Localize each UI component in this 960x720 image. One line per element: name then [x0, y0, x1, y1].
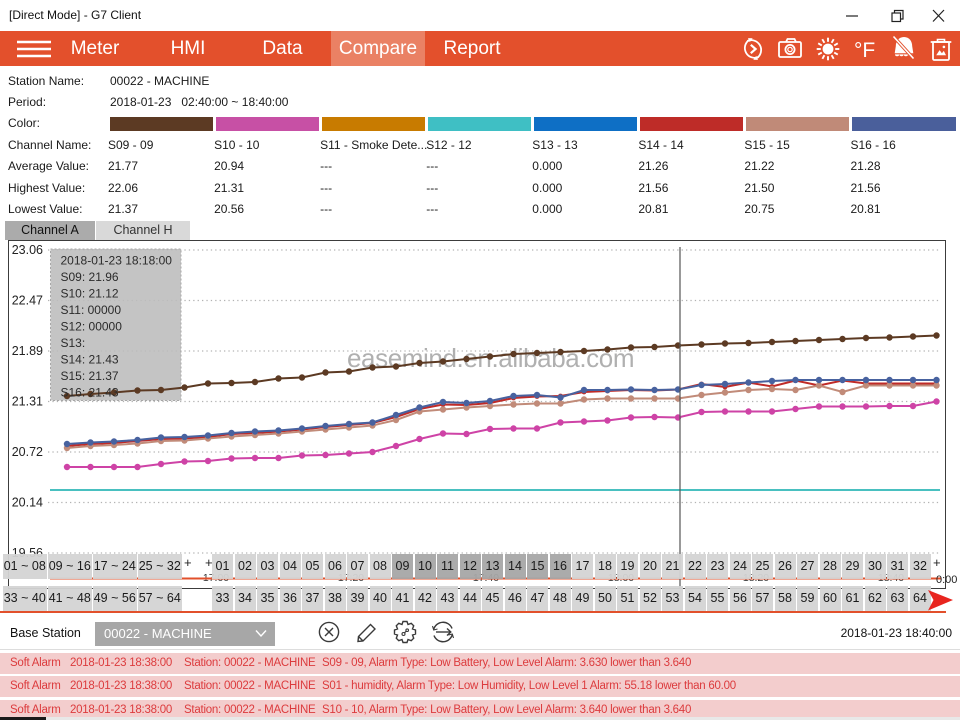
svg-text:S13:: S13: [61, 336, 86, 350]
svg-text:S16: 21.43: S16: 21.43 [61, 386, 119, 400]
svg-text:°F: °F [854, 39, 875, 62]
svg-text:2018-01-23 18:18:00: 2018-01-23 18:18:00 [61, 253, 173, 267]
svg-text:21.31: 21.31 [12, 395, 43, 409]
svg-text:S12: 00000: S12: 00000 [61, 320, 123, 334]
svg-text:23.06: 23.06 [12, 243, 43, 257]
svg-text:S11: 00000: S11: 00000 [61, 303, 122, 317]
svg-text:21.89: 21.89 [12, 344, 43, 358]
svg-text:S14: 21.43: S14: 21.43 [61, 353, 119, 367]
svg-text:22.47: 22.47 [12, 294, 43, 308]
svg-text:S10: 21.12: S10: 21.12 [61, 286, 119, 300]
svg-text:S09: 21.96: S09: 21.96 [61, 270, 119, 284]
svg-text:20.14: 20.14 [12, 496, 43, 510]
svg-text:20.72: 20.72 [12, 445, 43, 459]
svg-text:S15: 21.37: S15: 21.37 [61, 369, 119, 383]
